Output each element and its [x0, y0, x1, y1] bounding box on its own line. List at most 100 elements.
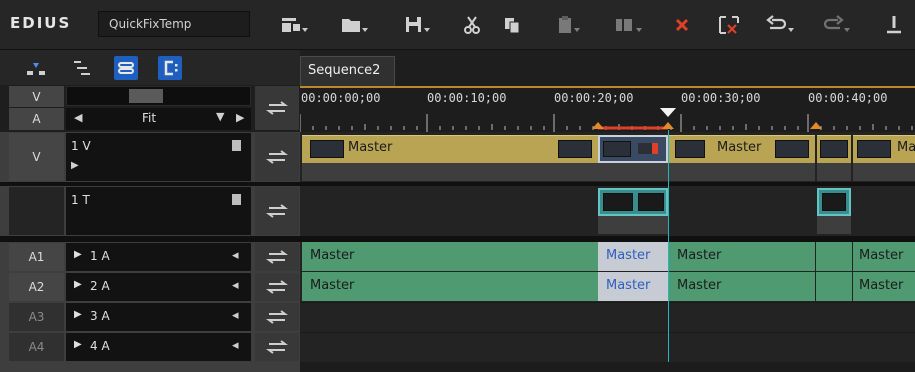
clip-label: Master — [606, 248, 651, 263]
audio-clip[interactable]: Master — [853, 272, 915, 301]
insert-mode-button[interactable] — [24, 56, 48, 80]
clip-thumbnail — [820, 140, 848, 158]
cut-button[interactable] — [460, 11, 484, 39]
audio-clip[interactable]: Master — [669, 242, 815, 271]
ruler-timecode: 00:00:10;00 — [427, 91, 507, 105]
track-name-a1[interactable]: ▶ 1 A ◂ — [66, 243, 251, 271]
track-swap-button-header[interactable] — [255, 86, 299, 130]
transition-clip[interactable] — [598, 135, 668, 163]
speaker-icon[interactable]: ◂ — [232, 308, 239, 323]
audio-clip[interactable]: Master — [853, 242, 915, 271]
audio-clip[interactable] — [816, 272, 852, 301]
transition-lower — [598, 163, 668, 181]
video-mute-icon[interactable] — [232, 194, 241, 205]
audio-track-lane-a3[interactable] — [300, 302, 915, 332]
track-patch-button-t[interactable] — [255, 187, 299, 235]
set-marker-button[interactable] — [880, 11, 910, 39]
ripple-mode-icon — [74, 61, 90, 75]
audio-clip[interactable]: Master — [669, 272, 815, 301]
project-name-field[interactable]: QuickFixTemp — [98, 11, 250, 37]
expand-track-icon[interactable]: ▶ — [74, 339, 82, 350]
track-patch-button-a4[interactable] — [255, 333, 299, 361]
sync-lock-button[interactable] — [114, 56, 138, 80]
clip-label: Master — [717, 140, 762, 155]
track-patch-button-v[interactable] — [255, 133, 299, 181]
video-clip[interactable] — [817, 135, 851, 163]
audio-clip-selected[interactable]: Master — [598, 242, 668, 271]
new-sequence-icon — [282, 18, 300, 32]
track-name-a2[interactable]: ▶ 2 A ◂ — [66, 273, 251, 301]
redo-icon — [823, 15, 844, 30]
delete-icon — [675, 18, 689, 32]
chevron-down-icon[interactable]: ▼ — [216, 110, 224, 123]
audio-source-toggle[interactable]: A — [9, 108, 64, 130]
track-name-a4[interactable]: ▶ 4 A ◂ — [66, 333, 251, 361]
audio-clip[interactable] — [816, 242, 852, 271]
title-clip[interactable] — [817, 188, 851, 216]
zoom-prev-icon[interactable]: ◀ — [74, 111, 82, 124]
expand-track-icon[interactable]: ▶ — [74, 279, 82, 290]
speaker-icon[interactable]: ◂ — [232, 338, 239, 353]
insert-clip-button[interactable] — [608, 11, 642, 39]
tab-sequence2[interactable]: Sequence2 — [300, 56, 395, 86]
track-id-a3[interactable]: A3 — [9, 303, 64, 331]
clip-label: Ma — [897, 140, 915, 155]
expand-track-icon[interactable]: ▶ — [74, 309, 82, 320]
expand-track-icon[interactable]: ▶ — [71, 160, 79, 171]
zoom-select[interactable]: ◀ Fit ▼ ▶ — [66, 108, 251, 130]
delete-button[interactable] — [670, 11, 694, 39]
app-brand: EDIUS — [10, 14, 72, 32]
audio-clip-selected[interactable]: Master — [598, 272, 668, 301]
redo-button[interactable] — [816, 11, 850, 39]
zoom-slider-handle[interactable] — [129, 89, 163, 103]
track-patch-button-a1[interactable] — [255, 243, 299, 271]
track-id-a2[interactable]: A2 — [9, 273, 64, 301]
copy-button[interactable] — [500, 11, 524, 39]
playhead-line[interactable] — [668, 130, 669, 362]
timeline-footer — [300, 362, 915, 372]
clip-thumbnail — [310, 140, 344, 158]
expand-track-icon[interactable]: ▶ — [74, 249, 82, 260]
zoom-level-label: Fit — [142, 111, 157, 125]
paste-button[interactable] — [550, 11, 580, 39]
save-button[interactable] — [398, 11, 430, 39]
track-name-t[interactable]: 1 T — [66, 187, 251, 235]
clip-thumbnail — [675, 140, 705, 158]
video-clip-lower — [853, 163, 915, 181]
timeline-zoom-slider[interactable] — [66, 86, 251, 106]
speaker-icon[interactable]: ◂ — [232, 278, 239, 293]
open-folder-button[interactable] — [336, 11, 368, 39]
snap-mode-button[interactable] — [158, 56, 182, 80]
video-clip[interactable]: Ma — [853, 135, 915, 163]
track-name-a3[interactable]: ▶ 3 A ◂ — [66, 303, 251, 331]
audio-clip[interactable]: Master — [302, 242, 598, 271]
track-id-a1[interactable]: A1 — [9, 243, 64, 271]
clip-label: Master — [859, 278, 904, 293]
paste-icon — [559, 16, 571, 33]
video-clip[interactable]: Master — [302, 135, 598, 163]
clip-thumbnail — [775, 140, 809, 158]
track-id-a4[interactable]: A4 — [9, 333, 64, 361]
swap-arrows-icon — [266, 150, 288, 164]
audio-track-lane-a4[interactable] — [300, 332, 915, 362]
video-mute-icon[interactable] — [232, 140, 241, 151]
zoom-next-icon[interactable]: ▶ — [236, 111, 244, 124]
track-id-t[interactable] — [9, 187, 64, 235]
timeline-ruler[interactable]: 00:00:00;00 00:00:10;00 00:00:20;00 00:0… — [300, 86, 915, 132]
track-patch-button-a3[interactable] — [255, 303, 299, 331]
undo-button[interactable] — [760, 11, 794, 39]
ripple-mode-button[interactable] — [70, 56, 94, 80]
audio-clip[interactable]: Master — [302, 272, 598, 301]
title-clip[interactable] — [598, 188, 668, 216]
track-id-v[interactable]: V — [9, 133, 64, 181]
video-source-toggle[interactable]: V — [9, 86, 64, 107]
speaker-icon[interactable]: ◂ — [232, 248, 239, 263]
new-sequence-button[interactable] — [276, 11, 308, 39]
track-patch-button-a2[interactable] — [255, 273, 299, 301]
swap-arrows-icon — [266, 310, 288, 324]
track-name-v[interactable]: 1 V ▶ — [66, 133, 251, 181]
track-name-label: 4 A — [90, 339, 110, 353]
video-clip[interactable]: Master — [669, 135, 815, 163]
insert-mode-icon — [27, 63, 45, 75]
ripple-delete-button[interactable] — [716, 11, 742, 39]
